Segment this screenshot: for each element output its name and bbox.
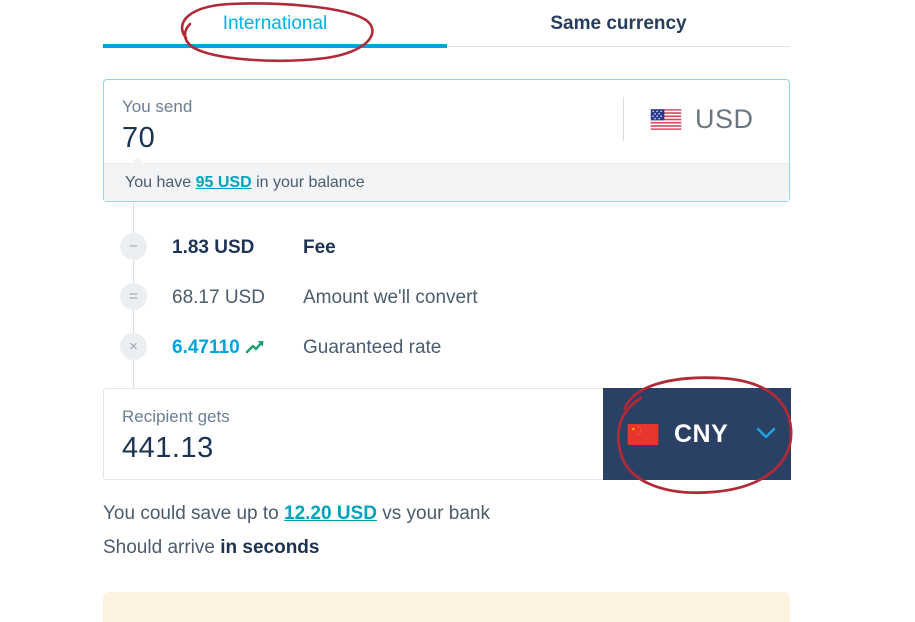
rate-value-wrap: 6.47110 — [172, 337, 265, 361]
you-send-label: You send — [122, 97, 193, 116]
fee-breakdown-list: − 1.83 USD Fee = 68.17 USD Amount we'll … — [103, 225, 703, 375]
breakdown-row-fee: − 1.83 USD Fee — [103, 225, 703, 275]
trend-up-icon — [245, 339, 265, 361]
savings-prefix: You could save up to — [103, 503, 284, 524]
you-send-amount-input[interactable]: 70 — [122, 122, 155, 155]
recipient-gets-amount-input[interactable]: 441.13 — [122, 432, 214, 465]
fee-value: 1.83 USD — [172, 237, 255, 258]
us-flag-icon — [650, 109, 682, 130]
bottom-info-banner — [103, 592, 790, 622]
balance-prefix: You have — [125, 174, 196, 191]
send-currency-code: USD — [695, 104, 754, 134]
fee-label: Fee — [303, 237, 336, 258]
tab-same-currency[interactable]: Same currency — [447, 8, 790, 40]
send-currency-selector[interactable]: USD — [650, 104, 754, 135]
tab-international[interactable]: International — [103, 8, 447, 40]
arrival-prefix: Should arrive — [103, 537, 221, 558]
equals-icon: = — [120, 283, 147, 310]
send-vertical-divider — [623, 97, 624, 141]
balance-text: You have 95 USD in your balance — [125, 174, 365, 192]
savings-suffix: vs your bank — [376, 503, 490, 524]
savings-note: You could save up to 12.20 USD vs your b… — [103, 503, 490, 525]
balance-bar: You have 95 USD in your balance — [104, 157, 789, 201]
you-send-card: You send 70 USD You have 95 USD in your … — [103, 79, 790, 202]
savings-amount-link[interactable]: 12.20 USD — [284, 503, 377, 524]
rate-label: Guaranteed rate — [303, 337, 442, 358]
tab-active-underline — [103, 44, 447, 48]
tab-inactive-underline — [447, 46, 790, 47]
you-send-row: You send 70 USD — [104, 80, 789, 163]
arrival-note: Should arrive in seconds — [103, 537, 319, 559]
balance-notch — [130, 157, 146, 165]
arrival-time: in seconds — [220, 537, 320, 558]
breakdown-row-convert: = 68.17 USD Amount we'll convert — [103, 275, 703, 325]
recipient-gets-card: Recipient gets 441.13 CNY — [103, 388, 791, 480]
recipient-currency-code: CNY — [674, 419, 729, 448]
rate-value: 6.47110 — [172, 337, 240, 358]
recipient-gets-label: Recipient gets — [122, 407, 230, 426]
balance-suffix: in your balance — [251, 174, 365, 191]
balance-amount-link[interactable]: 95 USD — [196, 174, 252, 191]
chevron-down-icon — [754, 425, 778, 444]
multiply-icon: × — [120, 333, 147, 360]
recipient-currency-selector[interactable]: CNY — [603, 388, 791, 480]
breakdown-row-rate: × 6.47110 Guaranteed rate — [103, 325, 703, 375]
convert-value: 68.17 USD — [172, 287, 265, 308]
currency-type-tabs: International Same currency — [103, 0, 790, 48]
minus-icon: − — [120, 233, 147, 260]
cn-flag-icon — [627, 423, 659, 445]
convert-label: Amount we'll convert — [303, 287, 478, 308]
